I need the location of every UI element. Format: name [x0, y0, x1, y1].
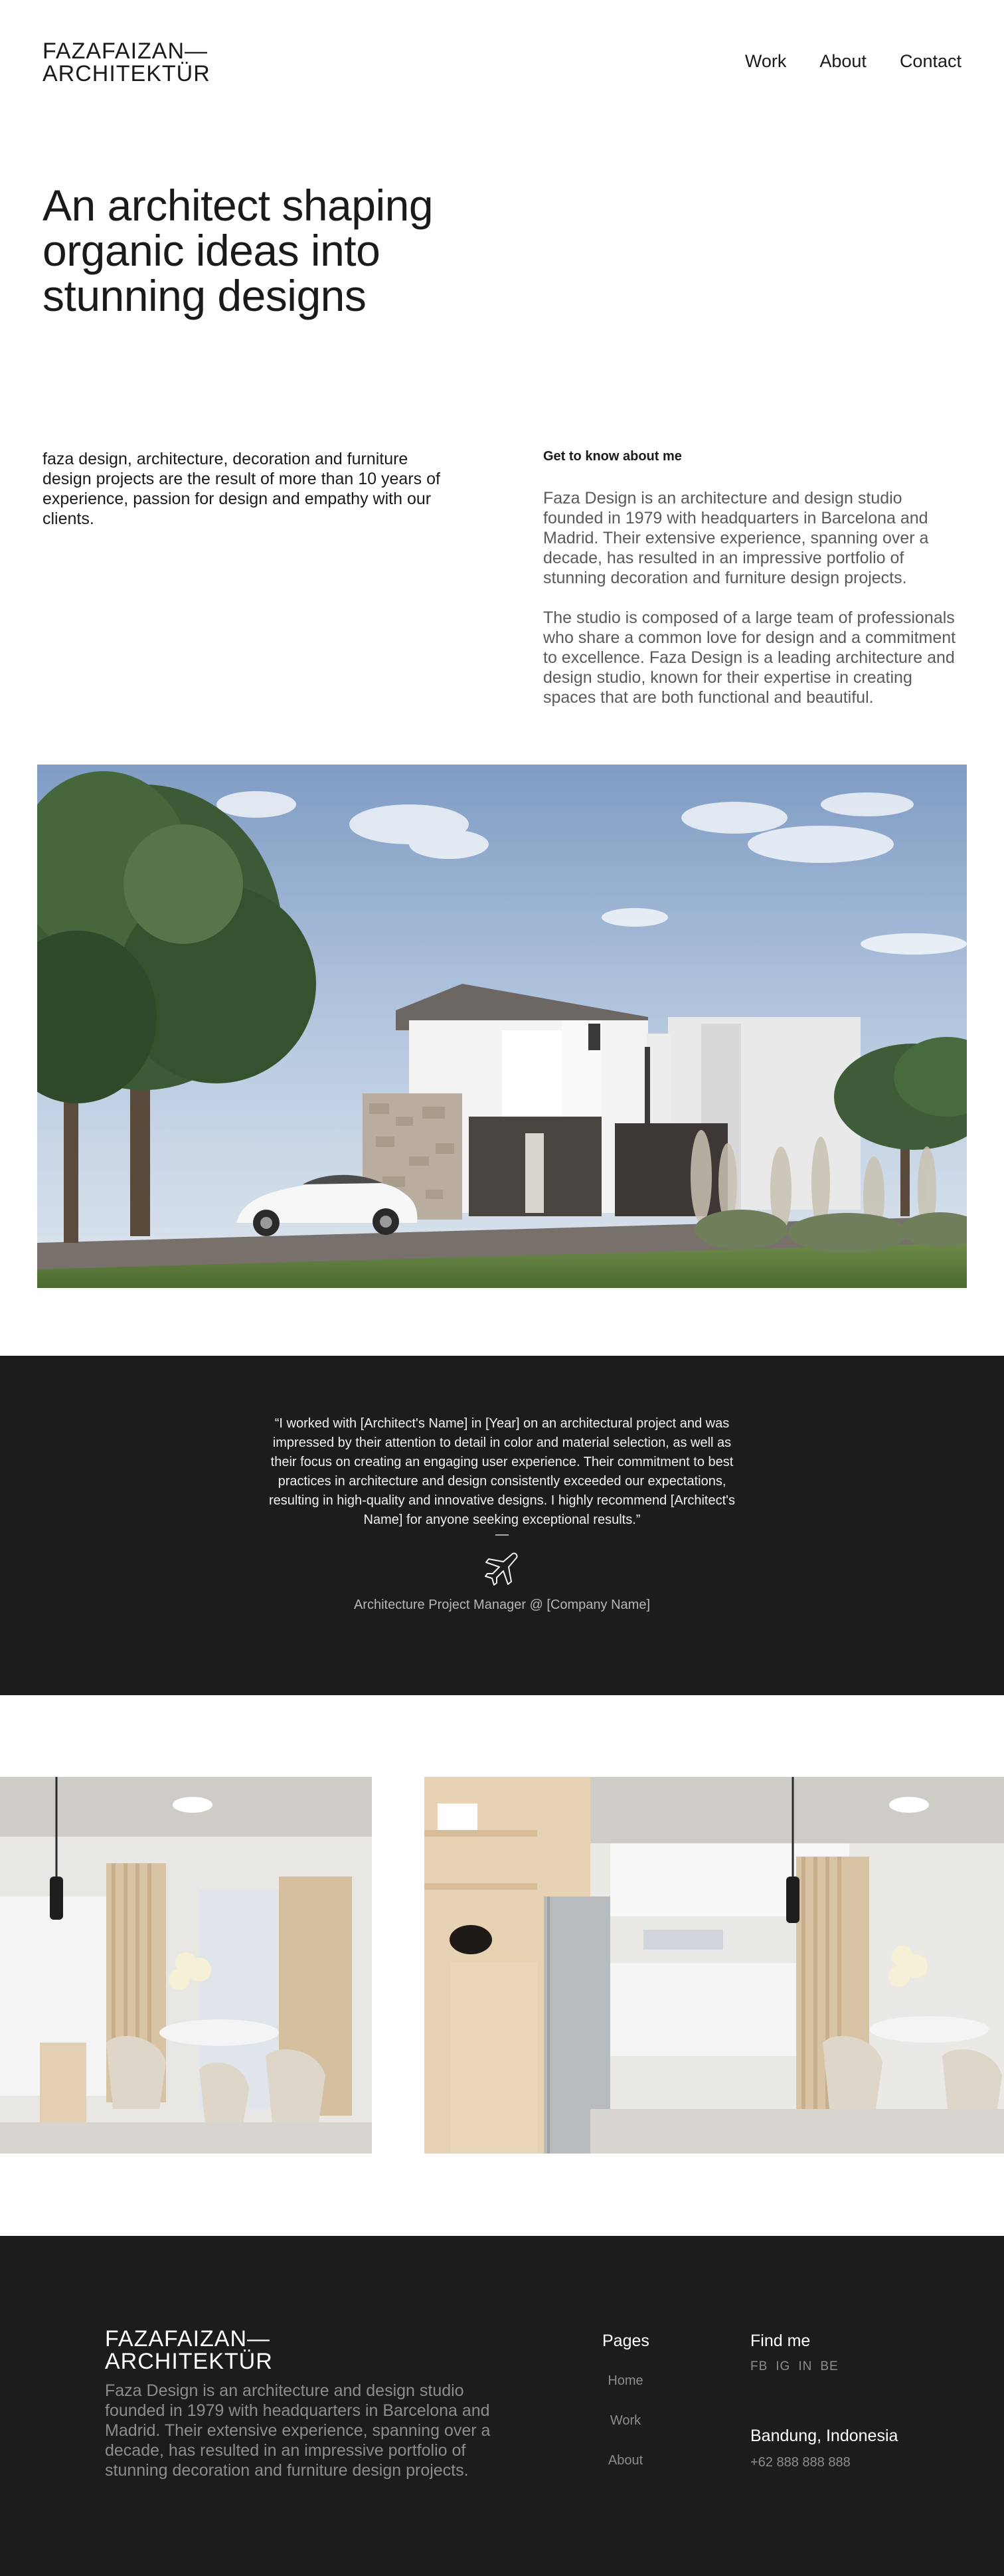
testimonial-quote: “I worked with [Architect's Name] in [Ye…	[269, 1416, 735, 1527]
social-link-fb[interactable]: FB	[750, 2359, 768, 2374]
footer-logo[interactable]: FAZAFAIZAN— ARCHITEKTÜR	[105, 2328, 273, 2373]
intro-summary: faza design, architecture, decoration an…	[42, 450, 440, 528]
logo-line-2: ARCHITEKTÜR	[42, 61, 210, 86]
footer-phone: +62 888 888 888	[750, 2455, 851, 2470]
footer-pages-heading: Pages	[602, 2332, 649, 2350]
interior-kitchen-image	[424, 1777, 1004, 2154]
nav-link-about[interactable]: About	[819, 51, 867, 72]
footer-location: Bandung, Indonesia	[750, 2427, 898, 2445]
footer-find-heading: Find me	[750, 2332, 811, 2350]
social-link-in[interactable]: IN	[798, 2359, 812, 2374]
about-paragraph-2: The studio is composed of a large team o…	[543, 608, 956, 707]
nav-link-work[interactable]: Work	[745, 51, 787, 72]
footer-pages-nav: Home Work About	[598, 2374, 653, 2494]
footer-logo-line-1: FAZAFAIZAN—	[105, 2326, 271, 2351]
footer-description: Faza Design is an architecture and desig…	[105, 2381, 491, 2480]
footer-logo-line-2: ARCHITEKTÜR	[105, 2349, 273, 2374]
social-link-be[interactable]: BE	[820, 2359, 838, 2374]
site-footer: FAZAFAIZAN— ARCHITEKTÜR Faza Design is a…	[0, 2236, 1004, 2576]
interior-dining-image	[0, 1777, 372, 2154]
about-paragraph-1: Faza Design is an architecture and desig…	[543, 489, 929, 587]
footer-social-links: FB IG IN BE	[750, 2359, 839, 2374]
about-heading: Get to know about me	[543, 449, 682, 464]
hero-title: An architect shaping organic ideas into …	[42, 181, 434, 320]
about-section: Get to know about me Faza Design is an a…	[543, 449, 962, 727]
nav-link-contact[interactable]: Contact	[900, 51, 962, 72]
airplane-icon	[482, 1548, 522, 1588]
main-nav: Work About Contact	[745, 51, 962, 72]
logo-line-1: FAZAFAIZAN—	[42, 39, 209, 64]
testimonial-author-role: Architecture Project Manager @ [Company …	[353, 1598, 651, 1612]
footer-link-home[interactable]: Home	[598, 2374, 653, 2387]
house-render-image	[37, 765, 967, 1288]
testimonial-dash: —	[495, 1527, 509, 1542]
site-logo[interactable]: FAZAFAIZAN— ARCHITEKTÜR	[42, 40, 210, 85]
site-header: FAZAFAIZAN— ARCHITEKTÜR Work About Conta…	[0, 0, 1004, 126]
footer-link-work[interactable]: Work	[598, 2414, 653, 2427]
testimonial-section: “I worked with [Architect's Name] in [Ye…	[0, 1356, 1004, 1695]
social-link-ig[interactable]: IG	[776, 2359, 790, 2374]
footer-link-about[interactable]: About	[598, 2454, 653, 2467]
